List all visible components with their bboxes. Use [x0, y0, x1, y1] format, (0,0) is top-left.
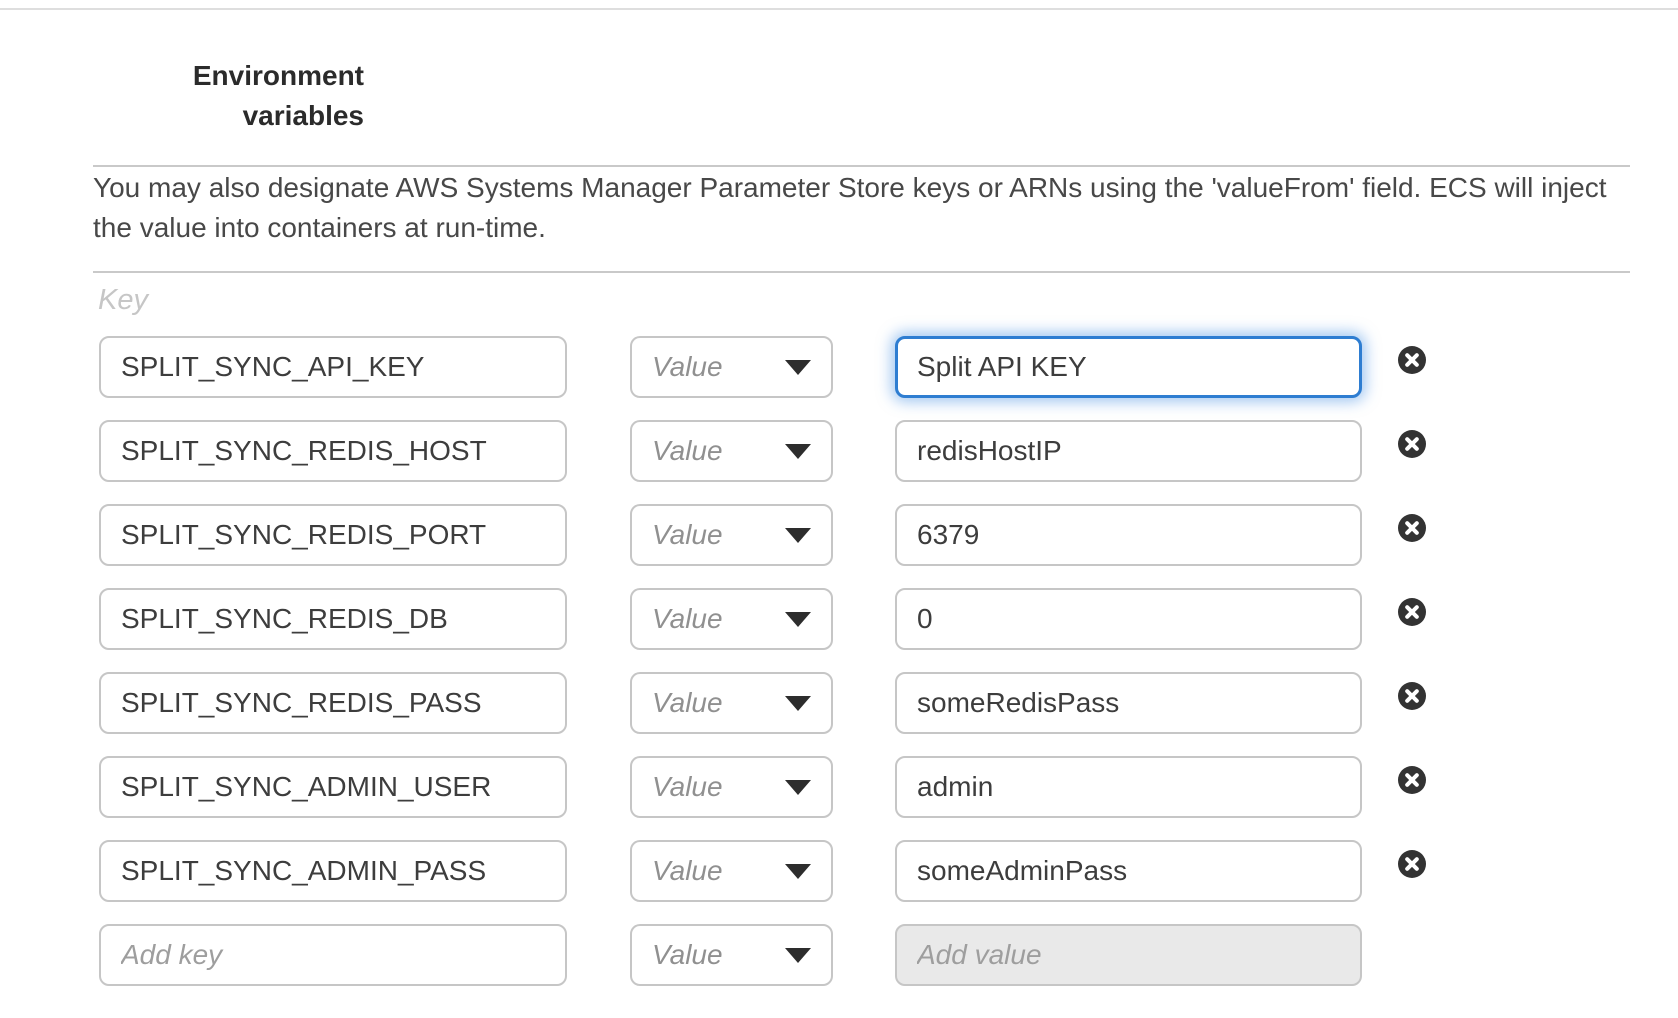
value-type-dropdown[interactable]: Value [630, 672, 833, 734]
env-value-input[interactable] [895, 504, 1362, 566]
caret-down-icon [785, 696, 811, 711]
divider-top [93, 165, 1630, 167]
env-var-row-3: Value [99, 504, 1426, 566]
add-value-input[interactable] [895, 924, 1362, 986]
env-variables-label: Environment variables [124, 56, 364, 136]
env-value-input[interactable] [895, 840, 1362, 902]
value-type-label: Value [652, 771, 723, 803]
caret-down-icon [785, 780, 811, 795]
value-type-dropdown[interactable]: Value [630, 924, 833, 986]
value-type-dropdown[interactable]: Value [630, 504, 833, 566]
top-divider [0, 8, 1678, 10]
env-value-input[interactable] [895, 672, 1362, 734]
x-circle-icon [1404, 520, 1420, 536]
value-type-dropdown[interactable]: Value [630, 420, 833, 482]
divider-bottom [93, 271, 1630, 273]
value-type-dropdown[interactable]: Value [630, 588, 833, 650]
caret-down-icon [785, 864, 811, 879]
value-type-label: Value [652, 519, 723, 551]
description-text: You may also designate AWS Systems Manag… [93, 168, 1635, 248]
remove-row-button[interactable] [1398, 430, 1426, 458]
spacer [1362, 924, 1426, 986]
value-type-label: Value [652, 687, 723, 719]
value-type-label: Value [652, 939, 723, 971]
env-var-add-row: Value [99, 924, 1426, 986]
env-var-row-1: Value [99, 336, 1426, 398]
env-value-input[interactable] [895, 336, 1362, 398]
add-key-input[interactable] [99, 924, 567, 986]
value-type-dropdown[interactable]: Value [630, 336, 833, 398]
x-circle-icon [1404, 856, 1420, 872]
value-type-dropdown[interactable]: Value [630, 840, 833, 902]
caret-down-icon [785, 444, 811, 459]
key-column-label: Key [98, 284, 148, 317]
remove-row-button[interactable] [1398, 346, 1426, 374]
remove-row-button[interactable] [1398, 766, 1426, 794]
env-key-input[interactable] [99, 588, 567, 650]
env-var-row-6: Value [99, 756, 1426, 818]
env-var-row-4: Value [99, 588, 1426, 650]
ecs-environment-variables-section: Environment variables You may also desig… [0, 0, 1678, 1018]
value-type-label: Value [652, 603, 723, 635]
x-circle-icon [1404, 604, 1420, 620]
env-var-row-7: Value [99, 840, 1426, 902]
value-type-label: Value [652, 435, 723, 467]
x-circle-icon [1404, 772, 1420, 788]
env-var-rows: Value Value [99, 336, 1426, 1008]
env-key-input[interactable] [99, 756, 567, 818]
remove-row-button[interactable] [1398, 598, 1426, 626]
x-circle-icon [1404, 352, 1420, 368]
remove-row-button[interactable] [1398, 514, 1426, 542]
value-type-dropdown[interactable]: Value [630, 756, 833, 818]
env-key-input[interactable] [99, 672, 567, 734]
env-key-input[interactable] [99, 420, 567, 482]
caret-down-icon [785, 612, 811, 627]
caret-down-icon [785, 948, 811, 963]
env-value-input[interactable] [895, 420, 1362, 482]
caret-down-icon [785, 360, 811, 375]
env-var-row-2: Value [99, 420, 1426, 482]
env-key-input[interactable] [99, 336, 567, 398]
x-circle-icon [1404, 688, 1420, 704]
env-key-input[interactable] [99, 504, 567, 566]
caret-down-icon [785, 528, 811, 543]
value-type-label: Value [652, 351, 723, 383]
env-var-row-5: Value [99, 672, 1426, 734]
remove-row-button[interactable] [1398, 850, 1426, 878]
remove-row-button[interactable] [1398, 682, 1426, 710]
env-value-input[interactable] [895, 756, 1362, 818]
x-circle-icon [1404, 436, 1420, 452]
value-type-label: Value [652, 855, 723, 887]
env-value-input[interactable] [895, 588, 1362, 650]
env-key-input[interactable] [99, 840, 567, 902]
